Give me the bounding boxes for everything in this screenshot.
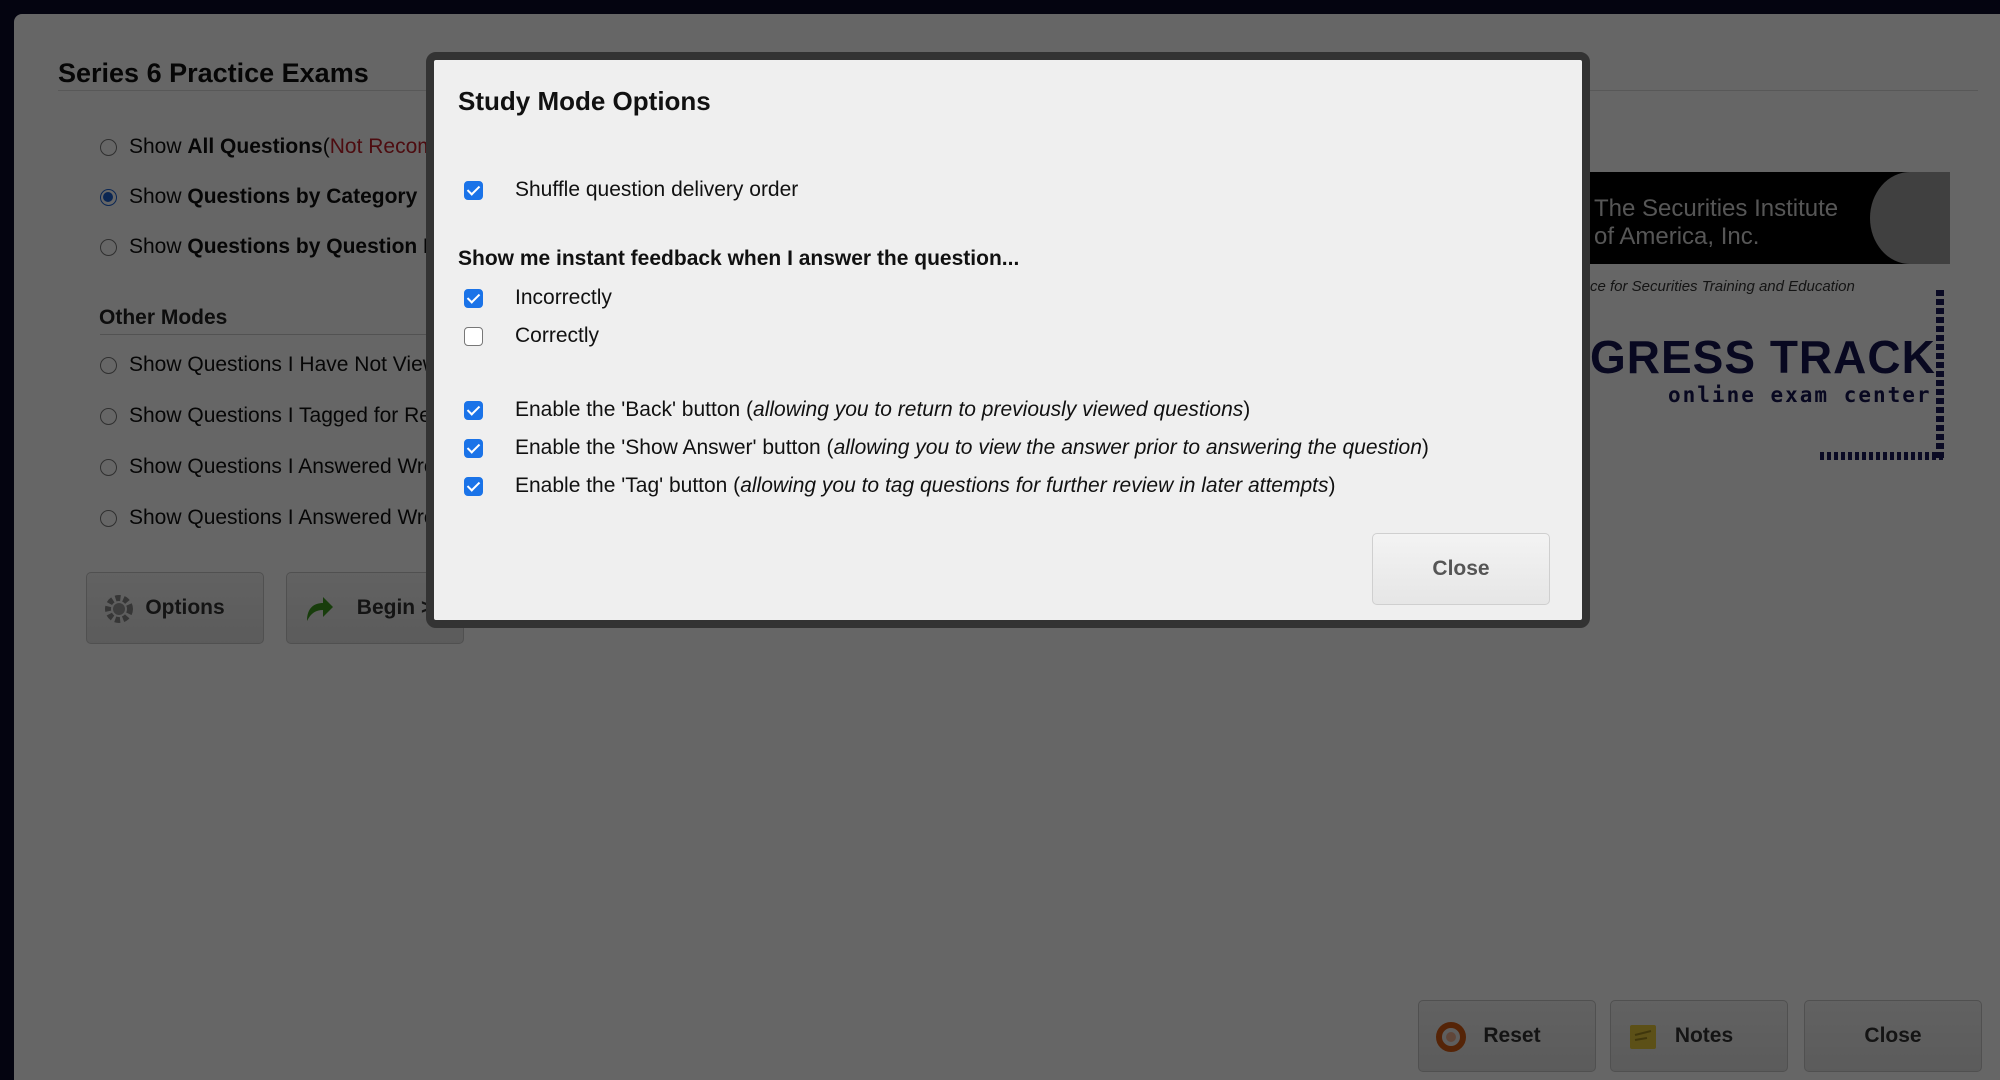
shuffle-option[interactable]: Shuffle question delivery order bbox=[464, 176, 798, 204]
feedback-incorrectly-option[interactable]: Incorrectly bbox=[464, 284, 612, 312]
enable-tag-checkbox[interactable] bbox=[464, 476, 483, 496]
dialog-title: Study Mode Options bbox=[458, 86, 711, 116]
shuffle-checkbox[interactable] bbox=[464, 180, 483, 200]
correctly-checkbox[interactable] bbox=[464, 326, 483, 346]
enable-back-checkbox[interactable] bbox=[464, 400, 483, 420]
dialog-close-button[interactable]: Close bbox=[1372, 533, 1550, 605]
feedback-heading: Show me instant feedback when I answer t… bbox=[458, 247, 1020, 270]
feedback-correctly-option[interactable]: Correctly bbox=[464, 322, 599, 350]
enable-show-answer-checkbox[interactable] bbox=[464, 438, 483, 458]
incorrectly-checkbox[interactable] bbox=[464, 288, 483, 308]
enable-back-option[interactable]: Enable the 'Back' button (allowing you t… bbox=[464, 396, 1250, 424]
enable-tag-option[interactable]: Enable the 'Tag' button (allowing you to… bbox=[464, 472, 1336, 500]
enable-show-answer-option[interactable]: Enable the 'Show Answer' button (allowin… bbox=[464, 434, 1429, 462]
study-mode-options-dialog: Study Mode Options Shuffle question deli… bbox=[426, 52, 1590, 628]
